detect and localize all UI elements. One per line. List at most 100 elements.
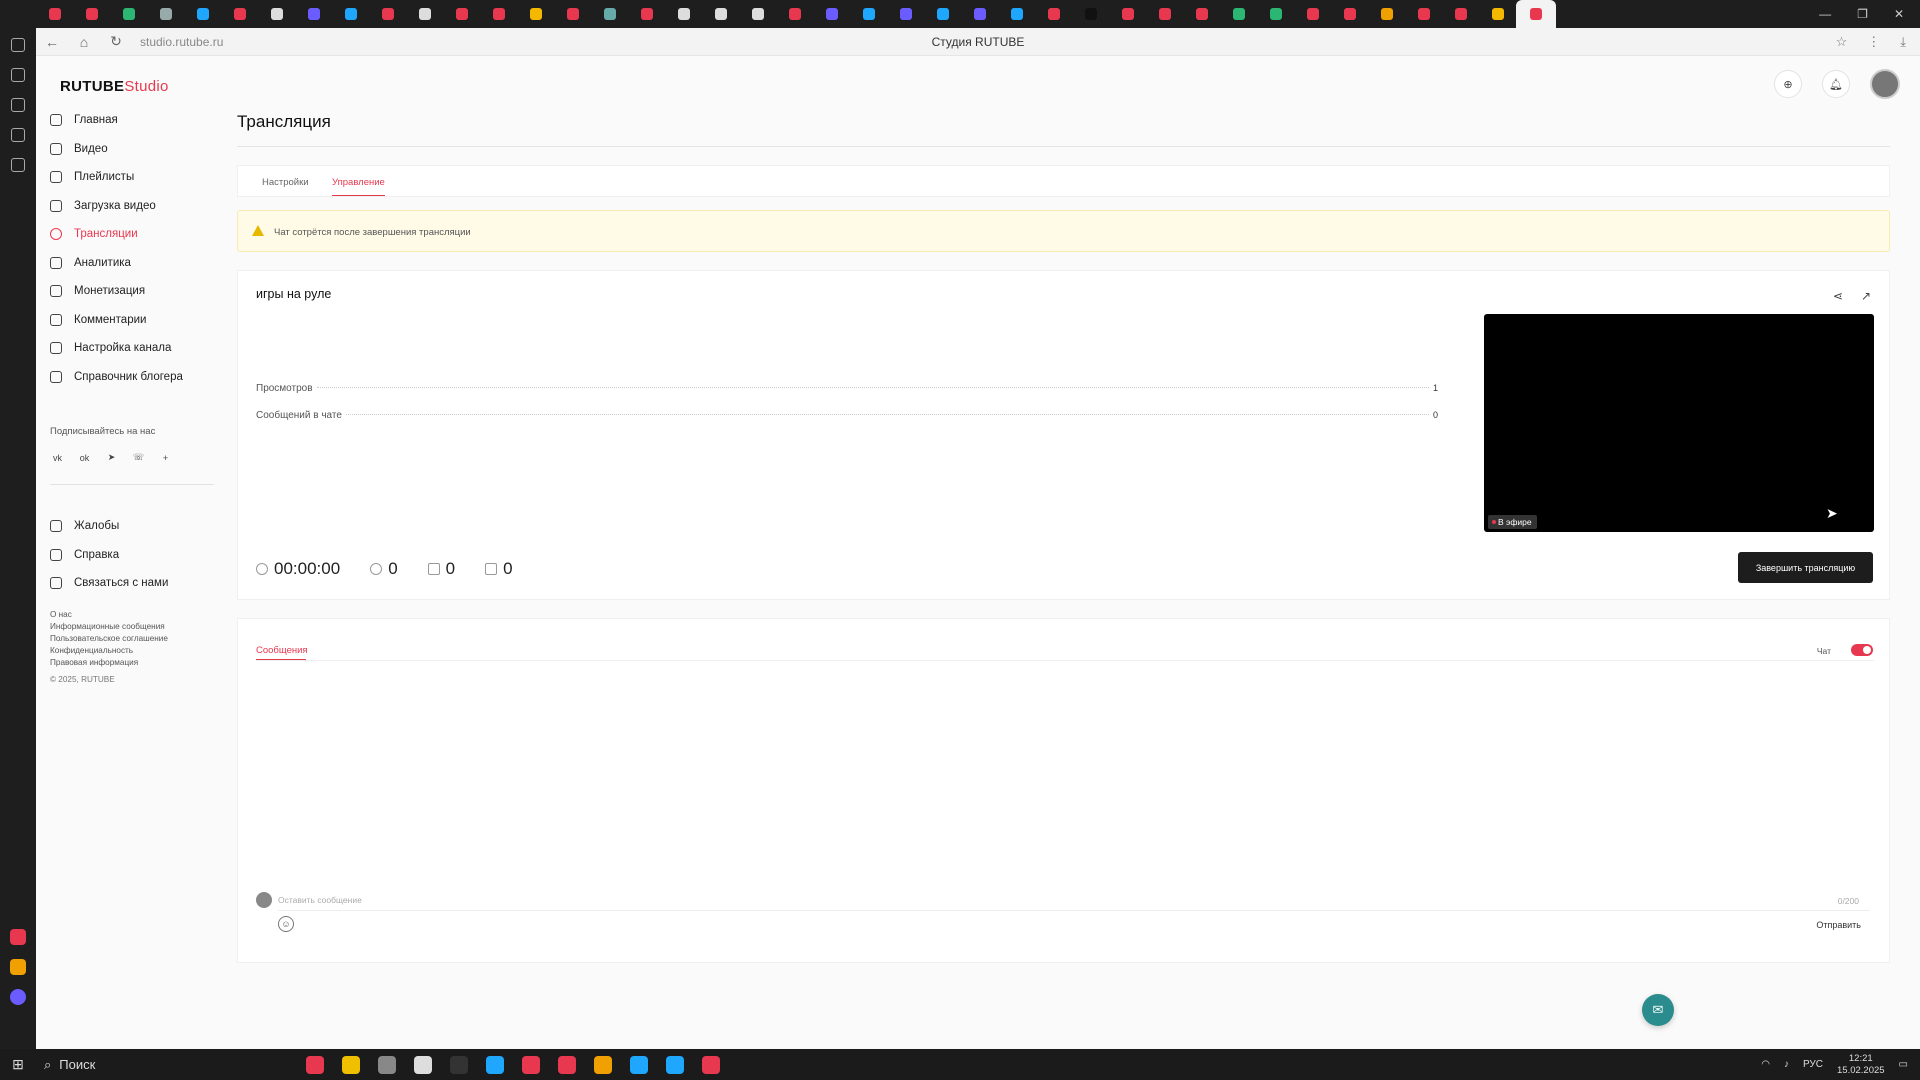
- telegram-icon[interactable]: ➤: [104, 450, 119, 465]
- home-icon[interactable]: ⌂: [68, 34, 100, 50]
- sidebar-item-flag[interactable]: Жалобы: [50, 512, 168, 541]
- bookmark-icon[interactable]: ☆: [1836, 34, 1848, 50]
- browser-tab[interactable]: [1368, 0, 1405, 28]
- tab-messages[interactable]: Сообщения: [256, 645, 308, 656]
- sidebar-item-gear[interactable]: Настройка канала: [50, 334, 183, 363]
- browser-tab[interactable]: [1516, 0, 1556, 28]
- browser-tab[interactable]: [1035, 0, 1072, 28]
- browser-tab[interactable]: [1146, 0, 1183, 28]
- footer-link[interactable]: Правовая информация: [50, 657, 168, 669]
- sidebar-item-help[interactable]: Справка: [50, 541, 168, 570]
- browser-tab[interactable]: [1479, 0, 1516, 28]
- taskbar-app-icon[interactable]: [306, 1055, 324, 1074]
- close-icon[interactable]: ✕: [1894, 7, 1904, 21]
- wifi-icon[interactable]: ◠: [1761, 1059, 1770, 1070]
- sidebar-item-broadcast[interactable]: Трансляции: [50, 220, 183, 249]
- browser-tab[interactable]: [369, 0, 406, 28]
- taskbar-app-icon[interactable]: [558, 1055, 576, 1074]
- share-icon[interactable]: ⋖: [1833, 289, 1843, 303]
- notifications-icon[interactable]: ▭: [1899, 1059, 1908, 1070]
- app-icon[interactable]: [10, 959, 26, 975]
- screenshot-icon[interactable]: [11, 158, 25, 172]
- footer-link[interactable]: Информационные сообщения: [50, 621, 168, 633]
- browser-tab[interactable]: [591, 0, 628, 28]
- url-field[interactable]: studio.rutube.ru: [140, 35, 223, 49]
- sidebar-item-info[interactable]: Справочник блогера: [50, 363, 183, 392]
- browser-tab[interactable]: [813, 0, 850, 28]
- browser-tab[interactable]: [554, 0, 591, 28]
- browser-tab[interactable]: [702, 0, 739, 28]
- external-link-icon[interactable]: ↗: [1861, 289, 1871, 303]
- sidebar-item-video[interactable]: Видео: [50, 135, 183, 164]
- browser-tab[interactable]: [36, 0, 73, 28]
- footer-link[interactable]: О нас: [50, 609, 168, 621]
- bell-icon[interactable]: 🔔︎: [1822, 70, 1850, 98]
- plus-icon[interactable]: +: [158, 450, 173, 465]
- vk-icon[interactable]: vk: [50, 450, 65, 465]
- minimize-icon[interactable]: —: [1819, 7, 1831, 21]
- browser-tab[interactable]: [850, 0, 887, 28]
- browser-tab[interactable]: [332, 0, 369, 28]
- browser-tab[interactable]: [1442, 0, 1479, 28]
- extensions-icon[interactable]: ⋮: [1867, 34, 1880, 50]
- taskbar-app-icon[interactable]: [486, 1055, 504, 1074]
- taskbar-app-icon[interactable]: [378, 1055, 396, 1074]
- browser-tab[interactable]: [110, 0, 147, 28]
- video-player[interactable]: В эфире: [1484, 314, 1874, 532]
- browser-tab[interactable]: [73, 0, 110, 28]
- footer-link[interactable]: Конфиденциальность: [50, 645, 168, 657]
- viber-icon[interactable]: ☏: [131, 450, 146, 465]
- send-button[interactable]: Отправить: [1816, 920, 1861, 930]
- footer-link[interactable]: Пользовательское соглашение: [50, 633, 168, 645]
- browser-tab[interactable]: [443, 0, 480, 28]
- browser-tabs[interactable]: [0, 0, 1819, 28]
- browser-tab[interactable]: [887, 0, 924, 28]
- browser-tab[interactable]: [961, 0, 998, 28]
- browser-tab[interactable]: [1405, 0, 1442, 28]
- sidebar-item-upload[interactable]: Загрузка видео: [50, 192, 183, 221]
- browser-tab[interactable]: [406, 0, 443, 28]
- collections-icon[interactable]: [11, 68, 25, 82]
- emoji-icon[interactable]: ☺: [278, 916, 294, 932]
- browser-tab[interactable]: [1072, 0, 1109, 28]
- taskbar-app-icon[interactable]: [414, 1055, 432, 1074]
- sidebar-item-monetization[interactable]: Монетизация: [50, 277, 183, 306]
- sidebar-item-comments[interactable]: Комментарии: [50, 306, 183, 335]
- tab-manage[interactable]: Управление: [332, 177, 385, 196]
- end-stream-button[interactable]: Завершить трансляцию: [1738, 552, 1873, 583]
- browser-tab[interactable]: [1109, 0, 1146, 28]
- volume-icon[interactable]: ♪: [1784, 1059, 1789, 1070]
- browser-tab[interactable]: [1183, 0, 1220, 28]
- browser-tab[interactable]: [776, 0, 813, 28]
- browser-tab[interactable]: [1257, 0, 1294, 28]
- sidebar-item-mail[interactable]: Связаться с нами: [50, 569, 168, 598]
- browser-tab[interactable]: [998, 0, 1035, 28]
- add-video-icon[interactable]: ⊕: [1774, 70, 1802, 98]
- browser-tab[interactable]: [924, 0, 961, 28]
- media-icon[interactable]: [11, 98, 25, 112]
- taskbar-search[interactable]: ⌕ Поиск: [36, 1057, 186, 1073]
- sidebar-item-home[interactable]: Главная: [50, 106, 183, 135]
- sidebar-item-playlist[interactable]: Плейлисты: [50, 163, 183, 192]
- chat-message-input[interactable]: [278, 889, 1870, 911]
- browser-tab[interactable]: [1294, 0, 1331, 28]
- rutube-app-icon[interactable]: [10, 929, 26, 945]
- taskbar-app-icon[interactable]: [666, 1055, 684, 1074]
- history-icon[interactable]: [11, 38, 25, 52]
- sidebar-item-analytics[interactable]: Аналитика: [50, 249, 183, 278]
- clock[interactable]: 12:21 15.02.2025: [1837, 1053, 1885, 1077]
- browser-tab[interactable]: [1331, 0, 1368, 28]
- browser-tab[interactable]: [739, 0, 776, 28]
- browser-tab[interactable]: [628, 0, 665, 28]
- taskbar-app-icon[interactable]: [630, 1055, 648, 1074]
- counter-icon[interactable]: [11, 128, 25, 142]
- browser-tab[interactable]: [147, 0, 184, 28]
- browser-tab[interactable]: [517, 0, 554, 28]
- avatar[interactable]: [1870, 69, 1900, 99]
- taskbar-app-icon[interactable]: [594, 1055, 612, 1074]
- browser-tab[interactable]: [258, 0, 295, 28]
- browser-tab[interactable]: [184, 0, 221, 28]
- browser-tab[interactable]: [1220, 0, 1257, 28]
- assistant-icon[interactable]: [10, 989, 26, 1005]
- start-icon[interactable]: ⊞: [0, 1056, 36, 1073]
